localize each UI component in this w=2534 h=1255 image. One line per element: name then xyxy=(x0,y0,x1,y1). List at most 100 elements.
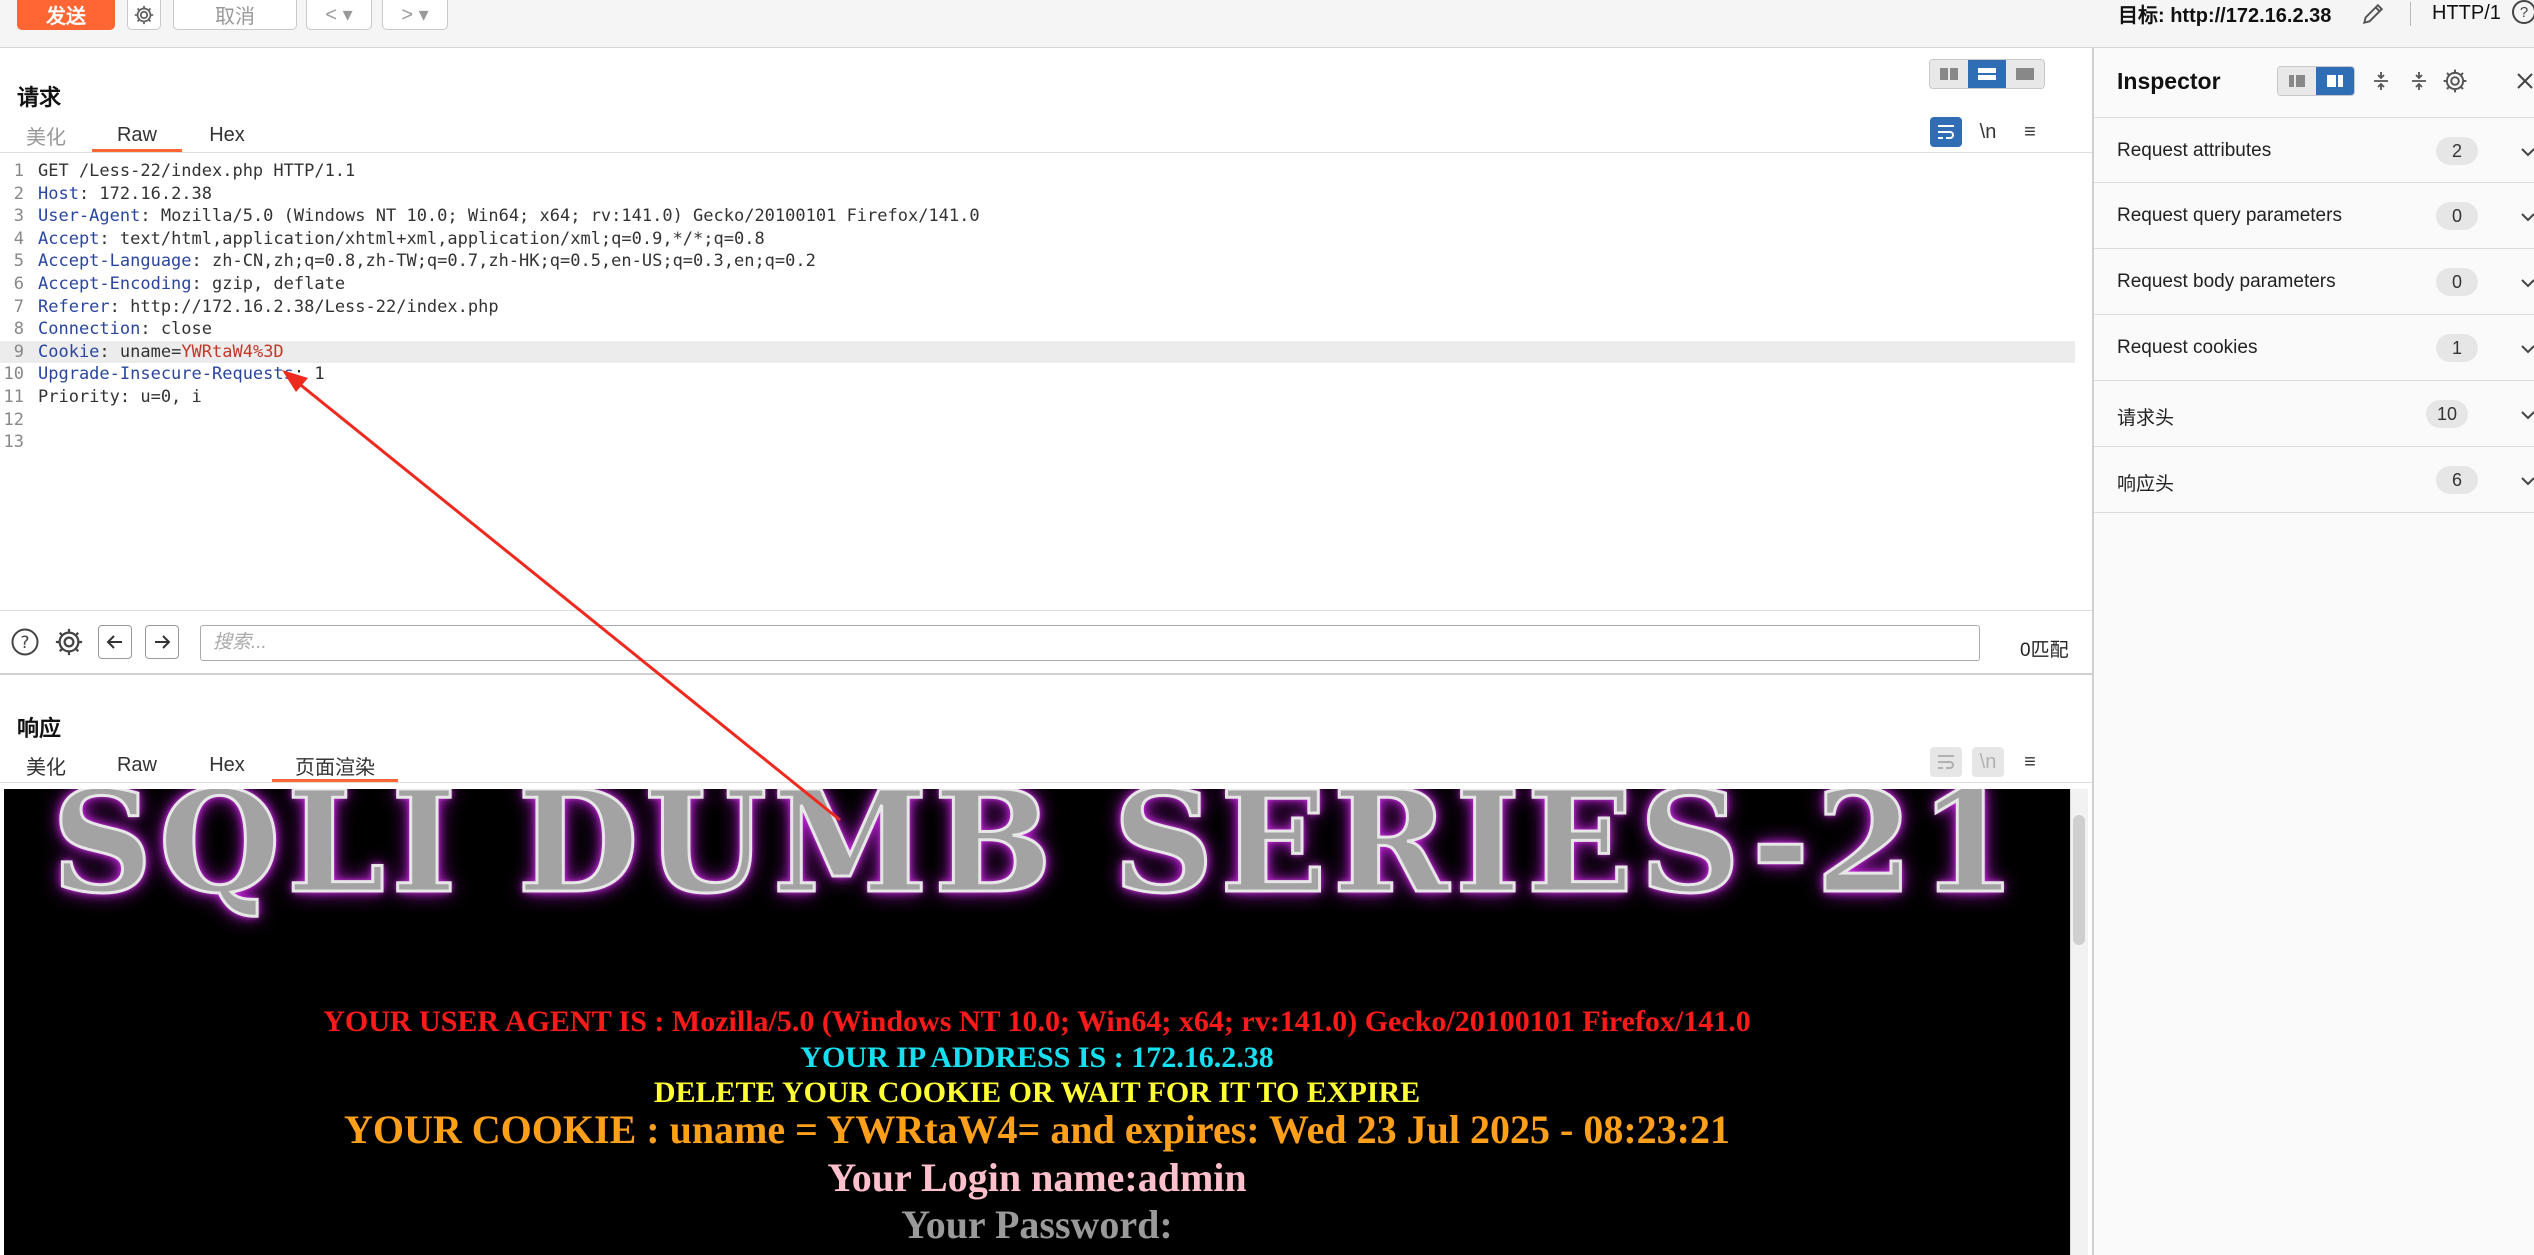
menu-icon: ≡ xyxy=(2024,750,2036,773)
inspector-row-label: 请求头 xyxy=(2117,408,2175,429)
line-number: 7 xyxy=(13,296,24,317)
search-help-button[interactable]: ? xyxy=(8,625,42,659)
inspector-row-label: Request body parameters xyxy=(2117,271,2336,292)
render-delete-cookie: DELETE YOUR COOKIE OR WAIT FOR IT TO EXP… xyxy=(653,1076,1421,1109)
wrap-toggle-button[interactable] xyxy=(1930,747,1962,777)
chevron-down-icon xyxy=(2521,477,2534,486)
inspector-title: Inspector xyxy=(2117,68,2221,94)
collapse-icon xyxy=(2412,72,2426,90)
tab-raw[interactable]: Raw xyxy=(92,120,182,152)
inspector-row-count: 10 xyxy=(2426,400,2468,428)
tab-pretty[interactable]: 美化 xyxy=(0,120,92,150)
inspector-row-label: Request query parameters xyxy=(2117,205,2342,226)
top-toolbar: 发送 取消 < ▾ > ▾ 目标: http://172.16.2.38 HTT… xyxy=(0,0,2534,48)
layout-side-by-side-button[interactable] xyxy=(1930,60,1968,88)
tab-hex[interactable]: Hex xyxy=(182,120,272,150)
help-icon: ? xyxy=(11,628,39,656)
gear-icon xyxy=(2443,69,2467,93)
inspector-layout-list-button[interactable] xyxy=(2278,67,2316,95)
code-line: 10 Upgrade-Insecure-Requests: 1 xyxy=(0,363,2075,385)
rendered-page[interactable]: SQLI DUMB SERIES-21 YOUR USER AGENT IS :… xyxy=(4,789,2070,1255)
search-next-button[interactable] xyxy=(145,625,179,659)
render-scrollbar-thumb[interactable] xyxy=(2073,815,2085,945)
code-line: 7 Referer: http://172.16.2.38/Less-22/in… xyxy=(0,296,2075,318)
tab-render[interactable]: 页面渲染 xyxy=(272,750,398,782)
render-password: Your Password: xyxy=(901,1202,1173,1247)
line-number: 8 xyxy=(13,319,24,340)
settings-button[interactable] xyxy=(127,0,161,30)
match-count: 0匹配 xyxy=(2020,640,2069,661)
code-line: 8 Connection: close xyxy=(0,318,2075,340)
inspector-settings-button[interactable] xyxy=(2440,66,2470,96)
search-bar: ? 0匹配 xyxy=(0,610,2092,670)
inspector-row-request-cookies[interactable]: Request cookies 1 xyxy=(2094,315,2534,381)
http-version-selector[interactable]: HTTP/1 xyxy=(2432,0,2501,26)
tab-hex[interactable]: Hex xyxy=(182,750,272,780)
line-number: 6 xyxy=(13,274,24,294)
tab-raw[interactable]: Raw xyxy=(92,750,182,780)
code-text: Connection: close xyxy=(38,319,213,340)
wrap-icon xyxy=(1938,755,1954,769)
search-prev-button[interactable] xyxy=(98,625,132,659)
svg-text:?: ? xyxy=(20,633,29,653)
request-title: 请求 xyxy=(17,85,62,110)
inspector-close-button[interactable] xyxy=(2510,66,2534,96)
target-label: 目标: http://172.16.2.38 xyxy=(2118,4,2332,27)
help-icon[interactable]: ? xyxy=(2512,0,2534,24)
code-text: Accept: text/html,application/xhtml+xml,… xyxy=(38,228,765,249)
tab-pretty[interactable]: 美化 xyxy=(0,750,92,780)
search-input[interactable] xyxy=(200,625,1980,661)
editor-menu-button[interactable]: ≡ xyxy=(2014,117,2046,147)
inspector-layout-detail-button[interactable] xyxy=(2316,67,2354,95)
layout-icon xyxy=(2016,68,2034,80)
inspector-row-response-headers[interactable]: 响应头 6 xyxy=(2094,447,2534,513)
code-line: 11 Priority: u=0, i xyxy=(0,386,2075,408)
editor-menu-button[interactable]: ≡ xyxy=(2014,747,2046,777)
layout-stacked-button[interactable] xyxy=(1968,60,2006,88)
line-number: 10 xyxy=(3,364,24,385)
response-panel: 响应 美化 Raw Hex 页面渲染 \n ≡ SQLI DUMB SERIES… xyxy=(0,675,2092,1255)
request-panel: 请求 美化 Raw Hex \n ≡ 1 GET /Less-22/index.… xyxy=(0,48,2092,673)
render-user-agent: YOUR USER AGENT IS : Mozilla/5.0 (Window… xyxy=(323,1005,1751,1038)
chevron-down-icon xyxy=(2521,279,2534,288)
cancel-button[interactable]: 取消 xyxy=(173,0,297,30)
code-text: Accept-Language: zh-CN,zh;q=0.8,zh-TW;q=… xyxy=(38,251,816,272)
chevron-down-icon xyxy=(2521,148,2534,157)
line-number: 5 xyxy=(13,251,24,272)
code-text: Host: 172.16.2.38 xyxy=(38,183,213,204)
inspector-row-body-parameters[interactable]: Request body parameters 0 xyxy=(2094,249,2534,315)
inspector-row-label: Request attributes xyxy=(2117,140,2272,161)
search-settings-button[interactable] xyxy=(52,625,86,659)
history-back-button[interactable]: < ▾ xyxy=(306,0,372,30)
newline-toggle-button[interactable]: \n xyxy=(1972,747,2004,777)
inspector-row-count: 2 xyxy=(2436,137,2478,165)
request-editor[interactable]: 1 GET /Less-22/index.php HTTP/1.1 2 Host… xyxy=(0,160,2092,610)
tab-divider xyxy=(0,152,2092,153)
render-login-name: Your Login name:admin xyxy=(827,1155,1247,1200)
code-line: 5 Accept-Language: zh-CN,zh;q=0.8,zh-TW;… xyxy=(0,250,2075,272)
line-number: 13 xyxy=(3,432,24,453)
inspector-row-request-headers[interactable]: 请求头 10 xyxy=(2094,381,2534,447)
line-number: 11 xyxy=(3,387,24,407)
newline-toggle-button[interactable]: \n xyxy=(1972,117,2004,147)
inspector-row-request-attributes[interactable]: Request attributes 2 xyxy=(2094,117,2534,183)
line-number: 3 xyxy=(13,206,24,227)
edit-target-button[interactable] xyxy=(2356,0,2390,28)
collapse-all-button[interactable] xyxy=(2404,66,2434,96)
arrow-left-icon xyxy=(106,635,122,649)
code-line: 12 xyxy=(0,409,2075,431)
tab-divider xyxy=(0,782,2092,783)
expand-all-button[interactable] xyxy=(2366,66,2396,96)
wrap-toggle-button[interactable] xyxy=(1930,117,1962,147)
layout-icon xyxy=(2327,75,2343,87)
layout-icon xyxy=(1978,68,1996,80)
code-line: 13 xyxy=(0,431,2075,453)
inspector-row-query-parameters[interactable]: Request query parameters 0 xyxy=(2094,183,2534,249)
history-forward-button[interactable]: > ▾ xyxy=(382,0,448,30)
request-tabs: 美化 Raw Hex xyxy=(0,120,272,152)
send-button[interactable]: 发送 xyxy=(17,0,115,30)
layout-single-button[interactable] xyxy=(2006,60,2044,88)
render-banner: SQLI DUMB SERIES-21 xyxy=(50,789,2023,927)
request-editor-tools: \n ≡ xyxy=(1920,117,2046,147)
gear-icon xyxy=(55,628,83,656)
